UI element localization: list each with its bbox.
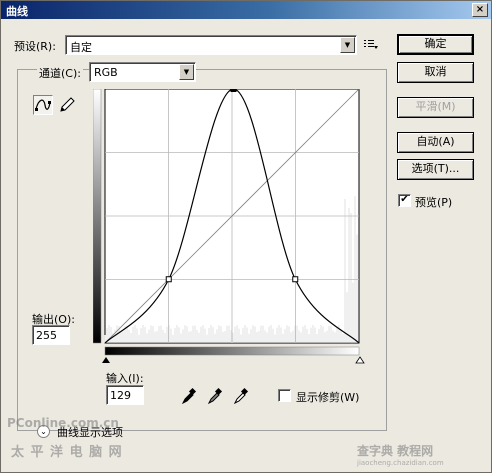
pencil-tool-button[interactable] (57, 95, 77, 115)
watermark-right: 查字典 教程网 (357, 444, 434, 458)
chevron-down-icon[interactable]: ▼ (179, 64, 194, 80)
pencil-icon (60, 97, 75, 112)
watermark-left-sub: 太 平 洋 电 脑 网 (11, 445, 123, 460)
white-eyedropper-icon[interactable] (233, 387, 249, 408)
curves-dialog: 曲线 × 预设(R): 自定 ▼ 确定 取消 平滑(M) 自动(A) 选项(T)… (0, 0, 492, 473)
gray-eyedropper-icon[interactable] (207, 387, 223, 408)
smooth-button[interactable]: 平滑(M) (397, 97, 474, 118)
curve-control-point[interactable] (165, 276, 172, 283)
cancel-button[interactable]: 取消 (397, 62, 474, 83)
preview-checkbox[interactable]: ✔ (398, 194, 411, 207)
preset-label: 预设(R): (14, 40, 56, 53)
curve-graph[interactable] (93, 89, 373, 369)
black-eyedropper-icon[interactable] (181, 387, 197, 408)
curve-tool-button[interactable] (33, 95, 53, 115)
output-field[interactable]: 255 (32, 325, 70, 345)
options-button[interactable]: 选项(T)... (397, 159, 474, 180)
auto-button[interactable]: 自动(A) (397, 132, 474, 153)
input-field[interactable]: 129 (106, 385, 144, 405)
chevron-down-icon[interactable]: ▼ (340, 37, 355, 53)
channel-label: 通道(C): (37, 65, 83, 81)
channel-select[interactable]: RGB ▼ (89, 62, 196, 82)
output-gradient-bar (93, 89, 102, 344)
watermark-right-sub: jiaocheng.chazidian.com (357, 459, 444, 467)
channel-value: RGB (94, 66, 118, 79)
white-point-slider[interactable] (355, 356, 365, 364)
preset-options-icon[interactable] (364, 38, 378, 50)
title-bar[interactable]: 曲线 × (1, 1, 491, 19)
close-button[interactable]: × (472, 3, 488, 17)
curve-control-point[interactable] (292, 276, 299, 283)
curve-point-icon (35, 99, 51, 111)
curve-control-point[interactable] (230, 89, 237, 92)
show-clipping-checkbox[interactable] (278, 389, 291, 402)
input-gradient-bar (104, 346, 360, 356)
black-point-slider[interactable] (102, 357, 110, 363)
input-label: 输入(I): (106, 372, 144, 385)
watermark-left: PConline.com.cn (7, 416, 119, 430)
preview-label: 预览(P) (415, 196, 453, 209)
show-clipping-label: 显示修剪(W) (296, 391, 360, 404)
window-title: 曲线 (6, 5, 28, 18)
preset-select[interactable]: 自定 ▼ (65, 35, 357, 55)
preset-value: 自定 (70, 41, 92, 54)
ok-button[interactable]: 确定 (397, 34, 474, 55)
